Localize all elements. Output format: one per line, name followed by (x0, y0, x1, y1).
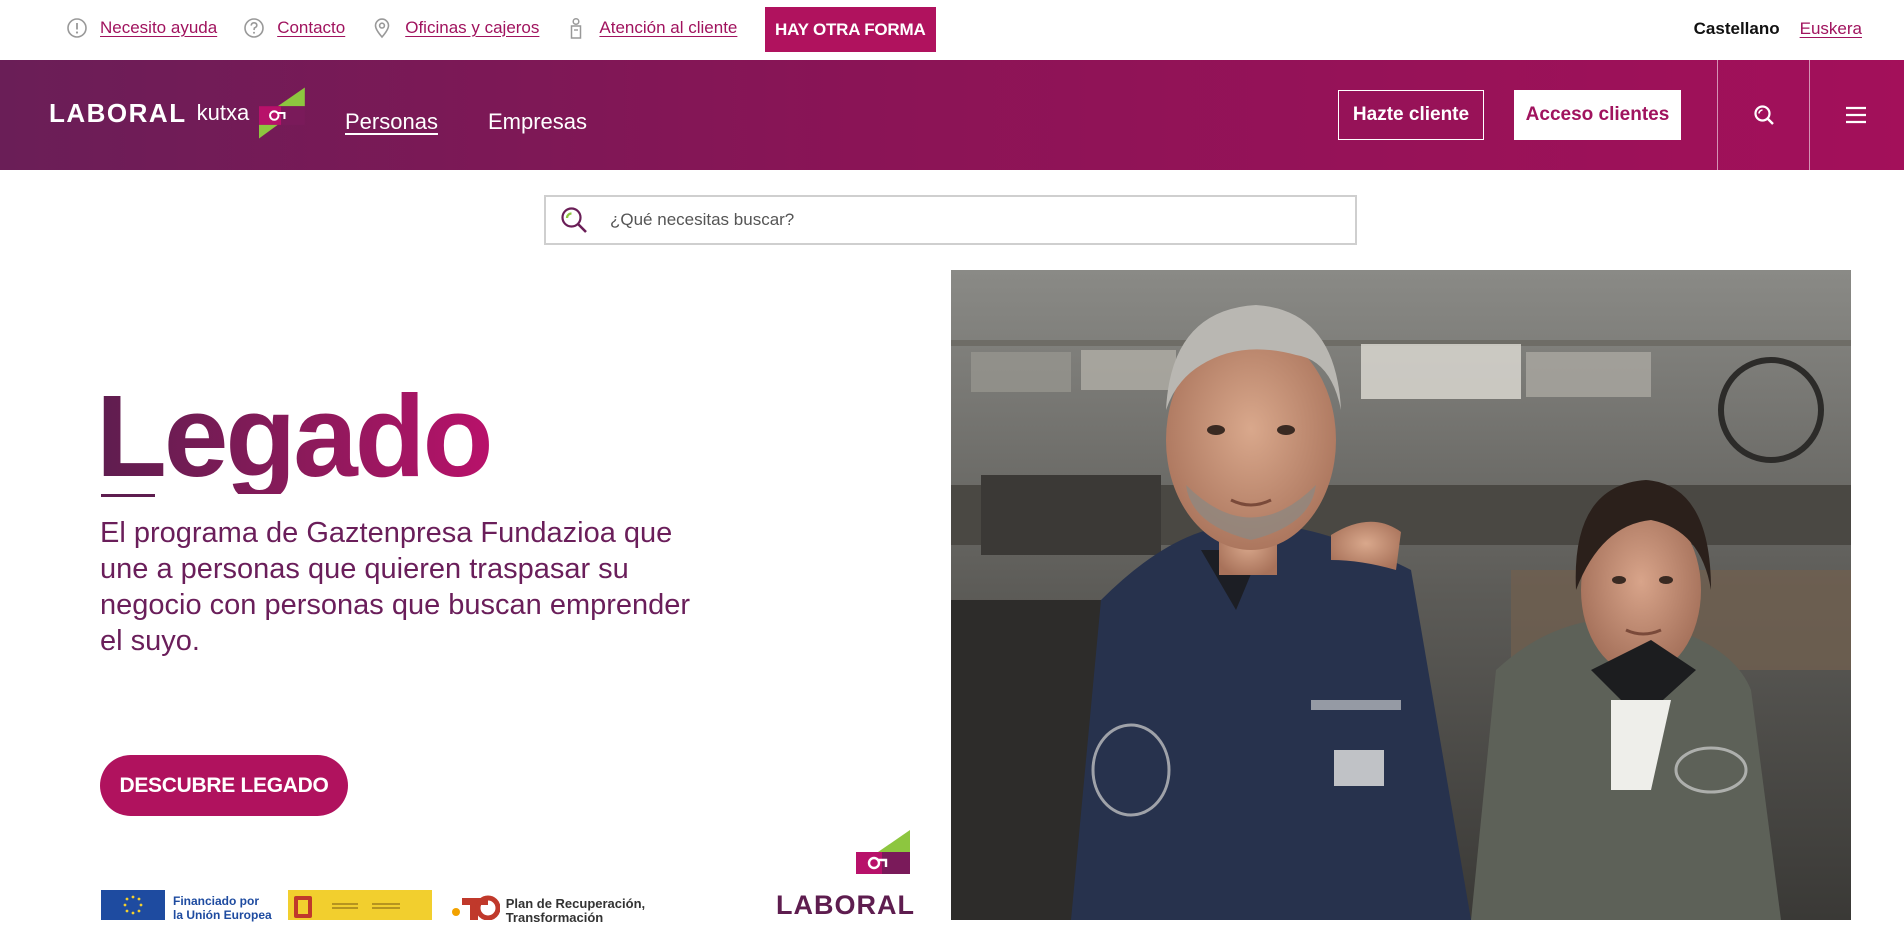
utility-links: Necesito ayuda Contacto Oficinas y cajer… (66, 0, 763, 56)
hazte-cliente-button[interactable]: Hazte cliente (1338, 90, 1484, 140)
header-menu-button[interactable] (1809, 60, 1901, 170)
hero-title: Legado (96, 371, 493, 501)
search-icon (561, 207, 587, 233)
person-icon (565, 17, 587, 39)
hero-photo (951, 270, 1851, 920)
utility-bar: Necesito ayuda Contacto Oficinas y cajer… (0, 0, 1904, 60)
laboral-mini-logo-label: LABORAL (776, 890, 915, 920)
acceso-clientes-button[interactable]: Acceso clientes (1514, 90, 1681, 140)
main-header: LABORAL kutxa Personas Empresas Hazte cl… (0, 60, 1904, 170)
plan-recuperacion-text: Plan de Recuperación, Transformación (506, 897, 645, 925)
contact-link[interactable]: Contacto (243, 17, 345, 39)
funding-logos: Financiado por la Unión Europea Plan de … (101, 890, 681, 925)
hero-title-underline (101, 494, 155, 497)
language-current: Castellano (1693, 19, 1780, 38)
customer-service-link-label: Atención al cliente (599, 18, 738, 37)
header-search-button[interactable] (1717, 60, 1809, 170)
hay-otra-forma-button[interactable]: HAY OTRA FORMA (765, 7, 936, 52)
help-link[interactable]: Necesito ayuda (66, 17, 217, 39)
eu-flag-icon (101, 890, 165, 920)
laboral-kutxa-logo[interactable]: LABORAL kutxa (49, 82, 305, 144)
logo-word-kutxa: kutxa (196, 100, 250, 125)
plan-line1: Plan de Recuperación, (505, 896, 646, 911)
help-circle-icon (243, 17, 265, 39)
site-search (544, 195, 1357, 245)
hero-description: El programa de Gaztenpresa Fundazioa que… (100, 517, 691, 657)
gobierno-espana-logo (287, 890, 432, 920)
main-nav: Personas Empresas (345, 60, 637, 170)
laboral-logo-mark-icon (856, 830, 910, 874)
map-pin-icon (371, 17, 393, 39)
language-switcher: Castellano Euskera (1694, 19, 1862, 39)
search-icon (1753, 105, 1774, 125)
descubre-legado-button[interactable]: DESCUBRE LEGADO (100, 755, 348, 816)
contact-link-label: Contacto (277, 18, 346, 37)
customer-service-link[interactable]: Atención al cliente (565, 17, 737, 39)
help-link-label: Necesito ayuda (100, 18, 218, 37)
offices-link-label: Oficinas y cajeros (405, 18, 540, 37)
search-field-icon (546, 197, 602, 243)
nav-personas[interactable]: Personas (345, 95, 438, 135)
alert-circle-icon (66, 17, 88, 39)
laboral-mini-logo: LABORAL (774, 830, 914, 920)
hamburger-menu-icon (1845, 106, 1866, 124)
logo-mark-icon (259, 87, 305, 139)
language-euskera-link[interactable]: Euskera (1800, 19, 1862, 39)
nav-empresas[interactable]: Empresas (488, 95, 587, 135)
eu-funding-text: Financiado por la Unión Europea (173, 894, 272, 922)
logo-word-laboral: LABORAL (49, 97, 187, 128)
eu-funding-line1: Financiado por (173, 894, 260, 908)
search-input[interactable] (610, 210, 1310, 230)
plan-line2: Transformación (505, 910, 604, 925)
offices-link[interactable]: Oficinas y cajeros (371, 17, 539, 39)
prtr-mark-icon (451, 895, 500, 920)
